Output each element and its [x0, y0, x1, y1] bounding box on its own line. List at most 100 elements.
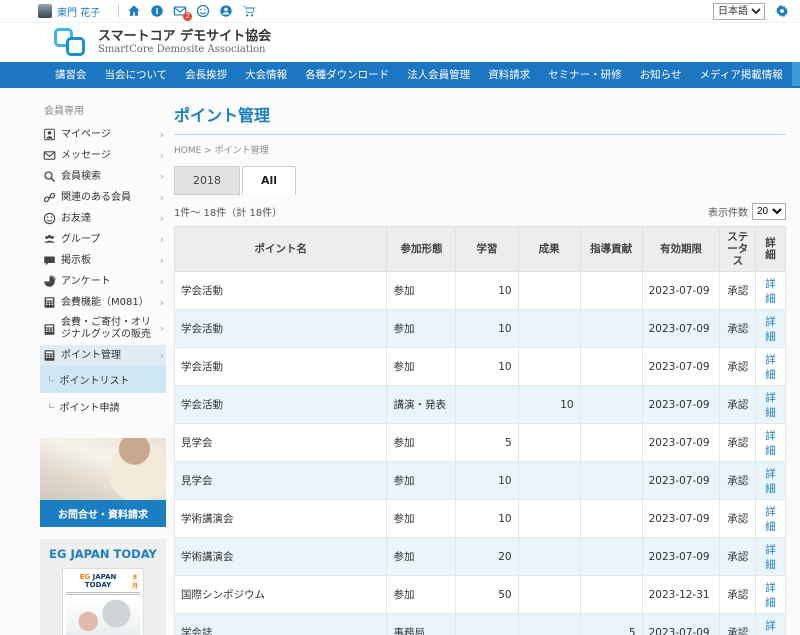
subitem-tick-icon: ∟: [48, 375, 56, 385]
cell-point-name: 学術講演会: [175, 500, 387, 538]
nav-item-大会情報[interactable]: 大会情報: [236, 62, 296, 86]
cell-result: [518, 500, 580, 538]
detail-link[interactable]: 詳細: [765, 468, 776, 495]
nav-item-メディア掲載情報[interactable]: メディア掲載情報: [690, 62, 791, 86]
nav-item-当会について[interactable]: 当会について: [96, 62, 177, 86]
chart-icon: [43, 275, 56, 288]
sidebar-item-会員検索[interactable]: 会員検索›: [40, 166, 166, 187]
magazine-box: EG JAPAN TODAY EG JAPAN TODAY 8月 特集 多機能×…: [40, 539, 166, 635]
nav-item-セミナー・研修[interactable]: セミナー・研修: [539, 62, 631, 86]
detail-link[interactable]: 詳細: [765, 506, 776, 533]
per-page-select[interactable]: 20: [752, 203, 786, 220]
cell-expiry: 2023-07-09: [642, 614, 720, 635]
sidebar-item-グループ[interactable]: グループ›: [40, 229, 166, 250]
detail-link[interactable]: 詳細: [765, 392, 776, 419]
sidebar-item-label: アンケート: [61, 276, 158, 288]
cell-status: 承認: [720, 538, 756, 576]
account-icon[interactable]: [219, 4, 233, 18]
cell-result: [518, 348, 580, 386]
calc-icon: [43, 296, 56, 309]
cell-learning: 5: [456, 424, 518, 462]
sidebar-subitem-label: ポイント申請: [60, 399, 120, 414]
site-logo-icon[interactable]: [54, 28, 88, 58]
contact-banner[interactable]: お問合せ・資料請求: [40, 438, 166, 527]
sidebar-item-お友達[interactable]: お友達›: [40, 208, 166, 229]
sidebar-item-label: お友達: [61, 213, 158, 225]
cell-status: 承認: [720, 272, 756, 310]
nav-item-資料請求[interactable]: 資料請求: [479, 62, 539, 86]
sidebar-item-アンケート[interactable]: アンケート›: [40, 271, 166, 292]
magazine-cover[interactable]: EG JAPAN TODAY 8月 特集 多機能×時代に選ばれるSCへ ～発信せ…: [62, 568, 144, 635]
sidebar-item-マイページ[interactable]: マイページ›: [40, 124, 166, 145]
column-header-有効期限: 有効期限: [642, 227, 720, 272]
nav-item-各種ダウンロード[interactable]: 各種ダウンロード: [296, 62, 398, 86]
cell-point-name: 学会活動: [175, 272, 387, 310]
detail-link[interactable]: 詳細: [765, 544, 776, 571]
detail-link[interactable]: 詳細: [765, 278, 776, 305]
cell-point-name: 学術講演会: [175, 538, 387, 576]
magazine-heading: EG JAPAN TODAY: [46, 547, 160, 561]
cell-participation-type: 参加: [387, 310, 456, 348]
calc-icon: [43, 323, 56, 336]
smiley-icon[interactable]: [196, 4, 210, 18]
nav-item-会員専用[interactable]: 会員専用: [792, 62, 800, 86]
mail-icon[interactable]: 2: [173, 4, 187, 18]
sidebar-subitem-ポイントリスト[interactable]: ∟ポイントリスト: [40, 366, 166, 393]
subitem-tick-icon: ∟: [48, 402, 56, 412]
cell-participation-type: 参加: [387, 576, 456, 614]
cell-participation-type: 参加: [387, 348, 456, 386]
detail-link[interactable]: 詳細: [765, 354, 776, 381]
home-icon[interactable]: [127, 4, 141, 18]
tab-2018[interactable]: 2018: [174, 166, 240, 195]
info-icon[interactable]: i: [150, 4, 164, 18]
detail-link[interactable]: 詳細: [765, 430, 776, 457]
calc-icon: [43, 349, 56, 362]
nav-item-お知らせ[interactable]: お知らせ: [631, 62, 691, 86]
cell-result: [518, 614, 580, 635]
sidebar-item-会費・ご寄付・オリジナルグッズの販売[interactable]: 会費・ご寄付・オリジナルグッズの販売›: [40, 313, 166, 345]
site-title-block[interactable]: スマートコア デモサイト協会 SmartCore Demosite Associ…: [98, 29, 271, 56]
cell-contribution: [580, 386, 642, 424]
sidebar-item-掲示板[interactable]: 掲示板›: [40, 250, 166, 271]
language-select[interactable]: 日本語: [713, 3, 765, 20]
chevron-right-icon: ›: [160, 323, 164, 335]
cell-participation-type: 参加: [387, 272, 456, 310]
sidebar-item-メッセージ[interactable]: メッセージ›: [40, 145, 166, 166]
sidebar-item-関連のある会員[interactable]: 関連のある会員›: [40, 187, 166, 208]
cell-learning: 10: [456, 348, 518, 386]
cart-icon[interactable]: [242, 4, 256, 18]
nav-item-講習会[interactable]: 講習会: [46, 62, 96, 86]
chevron-right-icon: ›: [160, 213, 164, 225]
mail-icon: [43, 149, 56, 162]
nav-item-法人会員管理[interactable]: 法人会員管理: [398, 62, 479, 86]
tab-All[interactable]: All: [242, 166, 296, 195]
sidebar-item-label: マイページ: [61, 129, 158, 141]
contact-request-button[interactable]: お問合せ・資料請求: [40, 500, 166, 527]
contact-banner-photo: [40, 438, 166, 500]
user-avatar[interactable]: [38, 4, 52, 18]
detail-link[interactable]: 詳細: [765, 316, 776, 343]
cell-learning: 20: [456, 538, 518, 576]
user-icon: [43, 128, 56, 141]
search-icon: [43, 170, 56, 183]
table-row: 学術講演会参加202023-07-09承認詳細: [175, 538, 786, 576]
nav-item-会長挨拶[interactable]: 会長挨拶: [176, 62, 236, 86]
cell-contribution: [580, 424, 642, 462]
mail-badge: 2: [183, 12, 192, 21]
cell-participation-type: 事務局: [387, 614, 456, 635]
breadcrumb[interactable]: HOME > ポイント管理: [174, 135, 786, 166]
user-name-link[interactable]: 東門 花子: [57, 4, 100, 19]
cell-learning: 10: [456, 310, 518, 348]
divider: [118, 4, 119, 18]
sidebar-subitem-ポイント申請[interactable]: ∟ ポイント申請: [40, 393, 166, 420]
sidebar-item-ポイント管理[interactable]: ポイント管理›: [40, 345, 166, 366]
table-row: 学術講演会参加102023-07-09承認詳細: [175, 500, 786, 538]
sidebar-item-会費機能（M081）[interactable]: 会費機能（M081）›: [40, 292, 166, 313]
cell-status: 承認: [720, 614, 756, 635]
cell-expiry: 2023-07-09: [642, 272, 720, 310]
detail-link[interactable]: 詳細: [765, 582, 776, 609]
column-header-学習: 学習: [456, 227, 518, 272]
chevron-right-icon: ›: [160, 297, 164, 309]
settings-gear-icon[interactable]: [775, 4, 790, 19]
detail-link[interactable]: 詳細: [765, 620, 776, 635]
